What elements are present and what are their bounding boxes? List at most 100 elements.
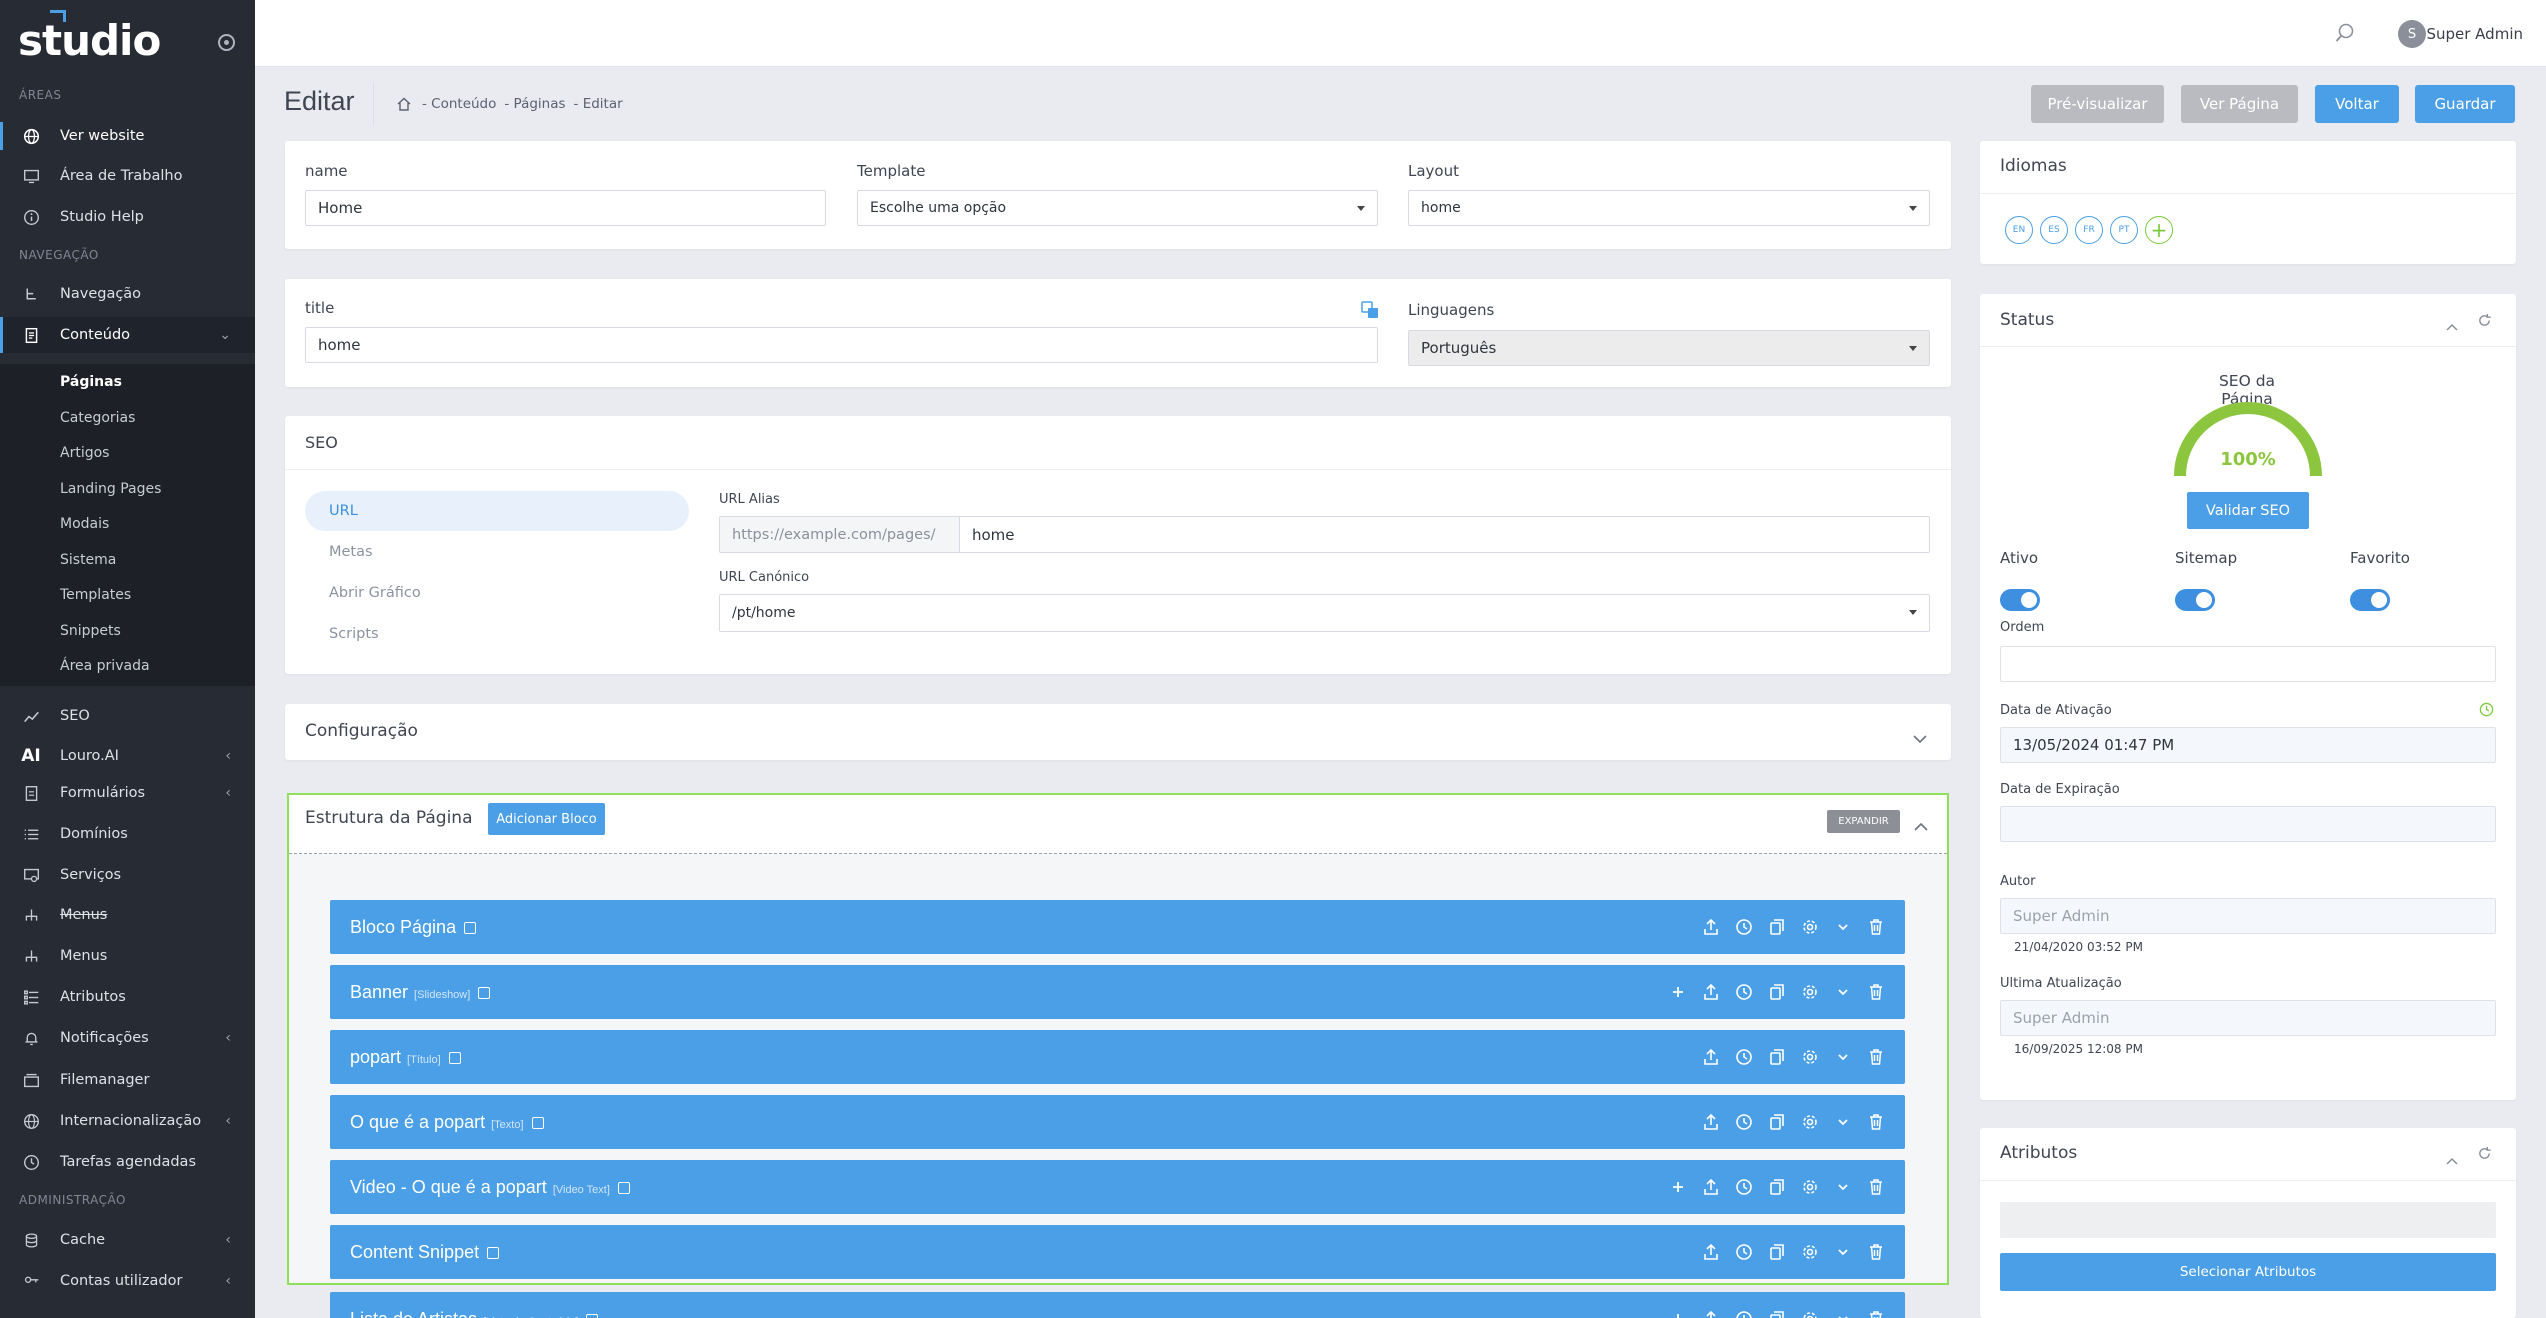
clock-icon[interactable] xyxy=(2479,702,2494,717)
chevron-up-icon[interactable] xyxy=(1914,816,1928,831)
settings-icon[interactable] xyxy=(218,34,235,51)
sidebar-item-menus[interactable]: Menus xyxy=(0,938,255,974)
sidebar-item-menus-legacy[interactable]: Menus xyxy=(0,897,255,933)
canonical-select[interactable]: /pt/home xyxy=(719,594,1930,632)
trash-icon[interactable] xyxy=(1867,1048,1885,1066)
name-input[interactable]: Home xyxy=(305,190,826,226)
settings-icon[interactable] xyxy=(1801,983,1819,1001)
chevron-down-icon[interactable] xyxy=(1834,918,1852,936)
chevron-down-icon[interactable] xyxy=(1834,1113,1852,1131)
edit-icon[interactable] xyxy=(586,1313,599,1318)
submenu-item-modais[interactable]: Modais xyxy=(60,516,109,532)
sitemap-toggle[interactable] xyxy=(2175,589,2215,611)
settings-icon[interactable] xyxy=(1801,1178,1819,1196)
sidebar-item-notificacoes[interactable]: Notificações ‹ xyxy=(0,1020,255,1056)
lang-badge-en[interactable]: EN xyxy=(2005,216,2033,244)
lang-badge-pt[interactable]: PT xyxy=(2110,216,2138,244)
content-block[interactable]: O que é a popart [Texto] xyxy=(330,1095,1905,1149)
lang-badge-fr[interactable]: FR xyxy=(2075,216,2103,244)
submenu-item-snippets[interactable]: Snippets xyxy=(60,623,121,639)
submenu-item-landing-pages[interactable]: Landing Pages xyxy=(60,481,161,497)
save-button[interactable]: Guardar xyxy=(2415,85,2515,123)
validate-seo-button[interactable]: Validar SEO xyxy=(2187,492,2309,529)
config-card[interactable] xyxy=(285,704,1951,760)
upload-icon[interactable] xyxy=(1702,1113,1720,1131)
content-block[interactable]: Video - O que é a popart [Video Text] xyxy=(330,1160,1905,1214)
trash-icon[interactable] xyxy=(1867,983,1885,1001)
submenu-item-area-privada[interactable]: Área privada xyxy=(60,658,150,674)
sidebar-item-formularios[interactable]: Formulários ‹ xyxy=(0,775,255,811)
sidebar-item-dominios[interactable]: Domínios xyxy=(0,816,255,852)
submenu-item-artigos[interactable]: Artigos xyxy=(60,445,109,461)
studio-logo[interactable]: studio xyxy=(18,10,161,62)
url-alias-input[interactable]: home xyxy=(960,517,1929,552)
sidebar-item-cache[interactable]: Cache ‹ xyxy=(0,1222,255,1258)
seo-tab-scripts[interactable]: Scripts xyxy=(305,614,689,654)
history-icon[interactable] xyxy=(1735,1243,1753,1261)
view-page-button[interactable]: Ver Página xyxy=(2181,85,2298,123)
breadcrumb-item[interactable]: - Páginas xyxy=(504,96,565,112)
settings-icon[interactable] xyxy=(1801,1310,1819,1318)
history-icon[interactable] xyxy=(1735,1113,1753,1131)
seo-tab-open-graph[interactable]: Abrir Gráfico xyxy=(305,573,689,613)
favorito-toggle[interactable] xyxy=(2350,589,2390,611)
expiration-date-input[interactable] xyxy=(2000,806,2496,842)
ativo-toggle[interactable] xyxy=(2000,589,2040,611)
avatar[interactable]: S xyxy=(2398,20,2426,48)
edit-icon[interactable] xyxy=(487,1246,500,1259)
submenu-item-templates[interactable]: Templates xyxy=(60,587,131,603)
trash-icon[interactable] xyxy=(1867,918,1885,936)
add-block-button[interactable]: Adicionar Bloco xyxy=(488,803,605,835)
sidebar-item-studio-help[interactable]: Studio Help xyxy=(0,199,255,235)
activation-date-input[interactable]: 13/05/2024 01:47 PM xyxy=(2000,727,2496,763)
sidebar-item-conteudo[interactable]: Conteúdo ⌄ xyxy=(0,317,255,353)
chevron-down-icon[interactable] xyxy=(1834,1243,1852,1261)
upload-icon[interactable] xyxy=(1702,1178,1720,1196)
settings-icon[interactable] xyxy=(1801,1243,1819,1261)
chevron-down-icon[interactable] xyxy=(1834,1310,1852,1318)
expand-button[interactable]: EXPANDIR xyxy=(1827,810,1900,833)
add-icon[interactable] xyxy=(1669,1310,1687,1318)
chevron-down-icon[interactable] xyxy=(1834,1048,1852,1066)
add-icon[interactable] xyxy=(1669,983,1687,1001)
breadcrumb-item[interactable]: - Conteúdo xyxy=(422,96,496,112)
copy-icon[interactable] xyxy=(1768,1113,1786,1131)
settings-icon[interactable] xyxy=(1801,1113,1819,1131)
edit-icon[interactable] xyxy=(617,1181,630,1194)
add-language-icon[interactable]: + xyxy=(2145,216,2173,244)
seo-tab-url[interactable]: URL xyxy=(305,491,689,531)
collapse-icon[interactable] xyxy=(2446,316,2458,331)
copy-icon[interactable] xyxy=(1768,983,1786,1001)
upload-icon[interactable] xyxy=(1702,1048,1720,1066)
upload-icon[interactable] xyxy=(1702,1310,1720,1318)
sidebar-item-area-trabalho[interactable]: Área de Trabalho xyxy=(0,158,255,194)
settings-icon[interactable] xyxy=(1801,1048,1819,1066)
template-select[interactable]: Escolhe uma opção xyxy=(857,190,1378,226)
refresh-icon[interactable] xyxy=(2477,313,2492,328)
history-icon[interactable] xyxy=(1735,1048,1753,1066)
collapse-icon[interactable] xyxy=(2446,1150,2458,1165)
content-block[interactable]: Banner [Slideshow] xyxy=(330,965,1905,1019)
trash-icon[interactable] xyxy=(1867,1310,1885,1318)
copy-icon[interactable] xyxy=(1768,1178,1786,1196)
content-block[interactable]: Bloco Página xyxy=(330,900,1905,954)
sidebar-item-internacionalizacao[interactable]: Internacionalização ‹ xyxy=(0,1103,255,1139)
title-input[interactable]: home xyxy=(305,327,1378,363)
sidebar-item-louro-ai[interactable]: AI Louro.AI ‹ xyxy=(0,738,255,774)
select-attributes-button[interactable]: Selecionar Atributos xyxy=(2000,1253,2496,1291)
chevron-down-icon[interactable] xyxy=(1913,729,1927,744)
search-icon[interactable] xyxy=(2334,22,2356,44)
ordem-input[interactable] xyxy=(2000,646,2496,682)
history-icon[interactable] xyxy=(1735,1310,1753,1318)
sidebar-item-filemanager[interactable]: Filemanager xyxy=(0,1062,255,1098)
attributes-input[interactable] xyxy=(2000,1202,2496,1238)
upload-icon[interactable] xyxy=(1702,983,1720,1001)
preview-button[interactable]: Pré-visualizar xyxy=(2031,85,2164,123)
copy-icon[interactable] xyxy=(1768,1048,1786,1066)
back-button[interactable]: Voltar xyxy=(2315,85,2399,123)
content-block[interactable]: popart [Título] xyxy=(330,1030,1905,1084)
sidebar-item-contas-utilizador[interactable]: Contas utilizador ‹ xyxy=(0,1263,255,1299)
copy-icon[interactable] xyxy=(1768,1310,1786,1318)
edit-icon[interactable] xyxy=(478,986,491,999)
content-block[interactable]: Content Snippet xyxy=(330,1225,1905,1279)
